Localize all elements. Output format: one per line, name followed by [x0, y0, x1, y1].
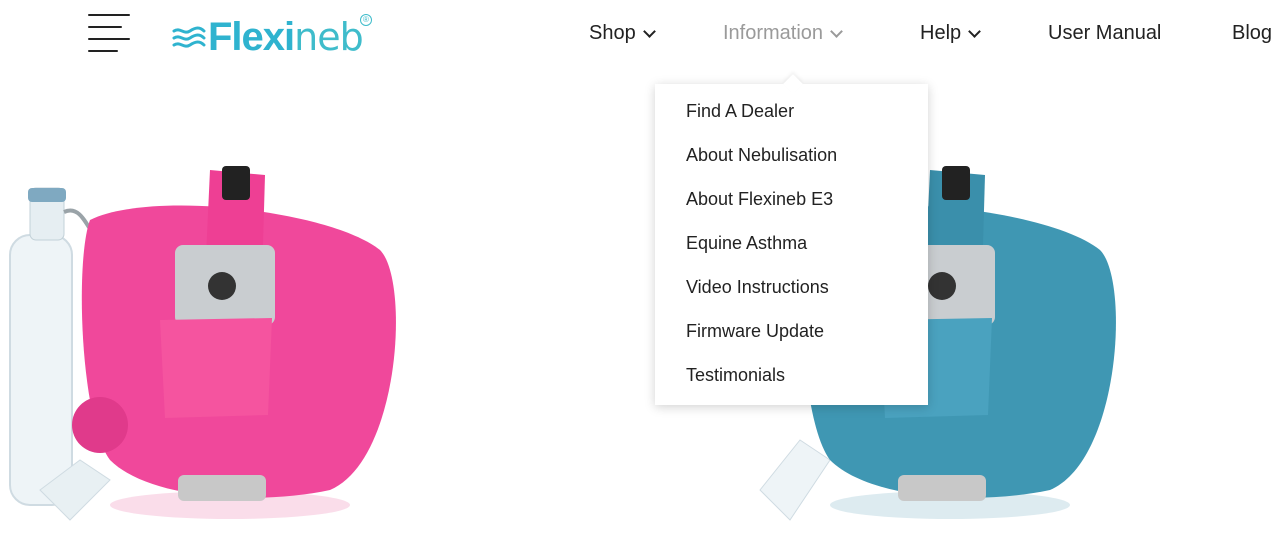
- dropdown-item-testimonials[interactable]: Testimonials: [655, 363, 928, 407]
- nav-label-shop: Shop: [589, 22, 636, 44]
- dropdown-caret: [783, 74, 803, 94]
- dropdown-item-firmware-update[interactable]: Firmware Update: [655, 319, 928, 363]
- nav-item-shop[interactable]: Shop: [589, 22, 656, 45]
- chevron-down-icon: [830, 24, 843, 38]
- nav-label-blog: Blog: [1232, 22, 1273, 44]
- pink-nebuliser-image: [9, 166, 396, 521]
- main-nav: Shop Information Help User Manual Blog: [0, 22, 1285, 52]
- chevron-down-icon: [968, 24, 982, 38]
- chevron-down-icon: [642, 24, 656, 38]
- dropdown-item-equine-asthma[interactable]: Equine Asthma: [655, 231, 928, 275]
- information-dropdown-menu: Find A Dealer About Nebulisation About F…: [655, 74, 928, 407]
- nav-label-help: Help: [920, 22, 962, 44]
- dropdown-item-find-a-dealer[interactable]: Find A Dealer: [655, 99, 928, 143]
- nav-label-user-manual: User Manual: [1048, 22, 1162, 44]
- dropdown-item-video-instructions[interactable]: Video Instructions: [655, 275, 928, 319]
- nav-item-help[interactable]: Help: [920, 22, 982, 45]
- dropdown-item-about-flexineb-e3[interactable]: About Flexineb E3: [655, 187, 928, 231]
- nav-item-user-manual[interactable]: User Manual: [1048, 22, 1161, 45]
- nav-item-blog[interactable]: Blog: [1232, 22, 1272, 45]
- nav-item-information[interactable]: Information: [723, 22, 843, 45]
- nav-label-information: Information: [723, 22, 824, 44]
- dropdown-item-about-nebulisation[interactable]: About Nebulisation: [655, 143, 928, 187]
